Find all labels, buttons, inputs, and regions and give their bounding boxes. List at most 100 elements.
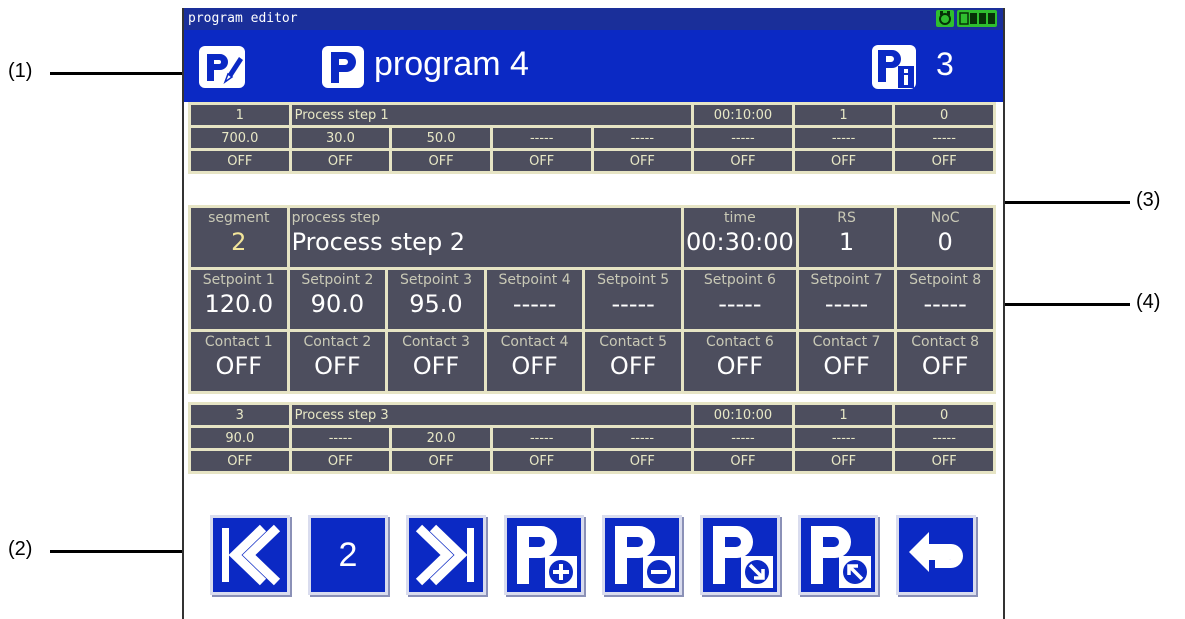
contact-value: OFF (593, 451, 692, 471)
program-info-icon[interactable] (871, 44, 917, 90)
contact-value: OFF (492, 151, 591, 171)
toolbar: 2 (210, 515, 980, 595)
contact-cell[interactable]: Contact 8 OFF (897, 332, 993, 391)
contact-label: Contact 1 (204, 334, 273, 350)
table-row: OFF OFF OFF OFF OFF OFF OFF OFF (191, 151, 993, 171)
setpoint-value: ----- (824, 290, 869, 318)
contact-value: OFF (794, 451, 893, 471)
current-step-table: segment 2 process step Process step 2 ti… (188, 205, 996, 394)
setpoint-label: Setpoint 8 (909, 272, 982, 288)
window-title: program editor (188, 11, 298, 26)
contact-label: Contact 7 (812, 334, 881, 350)
setpoint-cell[interactable]: Setpoint 7 ----- (798, 270, 895, 329)
process-step-name: Process step 1 (291, 105, 692, 125)
contact-cell[interactable]: Contact 5 OFF (585, 332, 681, 391)
segment-cell[interactable]: segment 2 (191, 208, 287, 267)
power-icon (936, 10, 954, 27)
contact-value: OFF (191, 451, 289, 471)
rs-value: 1 (794, 405, 893, 425)
setpoint-value: 50.0 (392, 128, 490, 148)
table-row: 700.0 30.0 50.0 ----- ----- ----- ----- … (191, 128, 993, 148)
previous-step-table[interactable]: 1 Process step 1 00:10:00 1 0 700.0 30.0… (188, 102, 996, 174)
delete-step-icon (615, 526, 675, 588)
status-icons (936, 10, 997, 27)
contact-value: OFF (314, 352, 361, 380)
step-up-button[interactable] (798, 515, 878, 595)
setpoint-cell[interactable]: Setpoint 1 120.0 (191, 270, 287, 329)
setpoint-value: 120.0 (204, 290, 274, 318)
next-step-icon (415, 524, 474, 586)
time-value: 00:10:00 (694, 105, 792, 125)
setpoint-cell[interactable]: Setpoint 2 90.0 (289, 270, 386, 329)
rs-cell[interactable]: RS 1 (798, 208, 895, 267)
setpoint-value: ----- (512, 290, 557, 318)
callout-1-leader (50, 72, 198, 75)
program-edit-icon[interactable] (198, 45, 246, 89)
setpoint-value: ----- (492, 128, 591, 148)
setpoint-cell[interactable]: Setpoint 4 ----- (486, 270, 583, 329)
back-icon (909, 532, 963, 572)
setpoint-value: ----- (593, 128, 692, 148)
setpoint-cell[interactable]: Setpoint 6 ----- (683, 270, 796, 329)
table-row: OFF OFF OFF OFF OFF OFF OFF OFF (191, 451, 993, 471)
setpoint-value: ----- (694, 128, 792, 148)
program-icon (322, 46, 364, 88)
contact-value: OFF (716, 352, 764, 380)
callout-1: (1) (8, 60, 33, 82)
segment-number-button[interactable]: 2 (308, 515, 388, 595)
time-label: time (724, 210, 756, 226)
callout-2-leader (50, 550, 198, 553)
contact-value: OFF (895, 151, 993, 171)
contact-value: OFF (191, 151, 289, 171)
setpoint-value: ----- (794, 428, 893, 448)
setpoint-label: Setpoint 3 (399, 272, 473, 288)
contact-cell[interactable]: Contact 4 OFF (486, 332, 583, 391)
process-step-name: Process step 3 (291, 405, 692, 425)
title-bar: program editor (184, 8, 1003, 30)
contact-cell[interactable]: Contact 3 OFF (388, 332, 484, 391)
contact-value: OFF (392, 151, 490, 171)
noc-value: 0 (937, 228, 953, 256)
first-step-button[interactable] (210, 515, 290, 595)
process-step-cell[interactable]: process step Process step 2 (289, 208, 681, 267)
contact-cell[interactable]: Contact 6 OFF (683, 332, 796, 391)
contact-cell[interactable]: Contact 7 OFF (798, 332, 895, 391)
table-row: 90.0 ----- 20.0 ----- ----- ----- ----- … (191, 428, 993, 448)
setpoint-value: 30.0 (291, 128, 390, 148)
program-count: 3 (936, 46, 954, 82)
insert-step-button[interactable] (504, 515, 584, 595)
contact-label: Contact 3 (402, 334, 470, 350)
next-step-table[interactable]: 3 Process step 3 00:10:00 1 0 90.0 -----… (188, 402, 996, 474)
setpoint-value: ----- (718, 290, 762, 318)
noc-cell[interactable]: NoC 0 (897, 208, 993, 267)
step-down-button[interactable] (700, 515, 780, 595)
next-step-button[interactable] (406, 515, 486, 595)
contact-value: OFF (823, 352, 870, 380)
contact-cell[interactable]: Contact 2 OFF (289, 332, 386, 391)
contact-value: OFF (895, 451, 993, 471)
noc-value: 0 (895, 405, 993, 425)
delete-step-button[interactable] (602, 515, 682, 595)
setpoint-label: Setpoint 5 (597, 272, 670, 288)
contact-value: OFF (291, 151, 390, 171)
contact-value: OFF (412, 352, 460, 380)
setpoint-value: ----- (611, 290, 655, 318)
contact-cell[interactable]: Contact 1 OFF (191, 332, 287, 391)
battery-icon (957, 10, 997, 27)
setpoint-value: 95.0 (409, 290, 463, 318)
noc-value: 0 (895, 105, 993, 125)
back-button[interactable] (896, 515, 976, 595)
contact-value: OFF (215, 352, 263, 380)
setpoint-cell[interactable]: Setpoint 8 ----- (897, 270, 993, 329)
table-row: 1 Process step 1 00:10:00 1 0 (191, 105, 993, 125)
segment-value: 2 (231, 228, 247, 256)
table-row: segment 2 process step Process step 2 ti… (191, 208, 993, 267)
setpoint-label: Setpoint 2 (301, 272, 374, 288)
setpoint-value: 90.0 (191, 428, 289, 448)
time-cell[interactable]: time 00:30:00 (683, 208, 796, 267)
setpoint-cell[interactable]: Setpoint 3 95.0 (388, 270, 484, 329)
setpoint-cell[interactable]: Setpoint 5 ----- (585, 270, 681, 329)
contact-value: OFF (392, 451, 490, 471)
first-step-icon (222, 524, 281, 586)
setpoint-value: 20.0 (392, 428, 490, 448)
